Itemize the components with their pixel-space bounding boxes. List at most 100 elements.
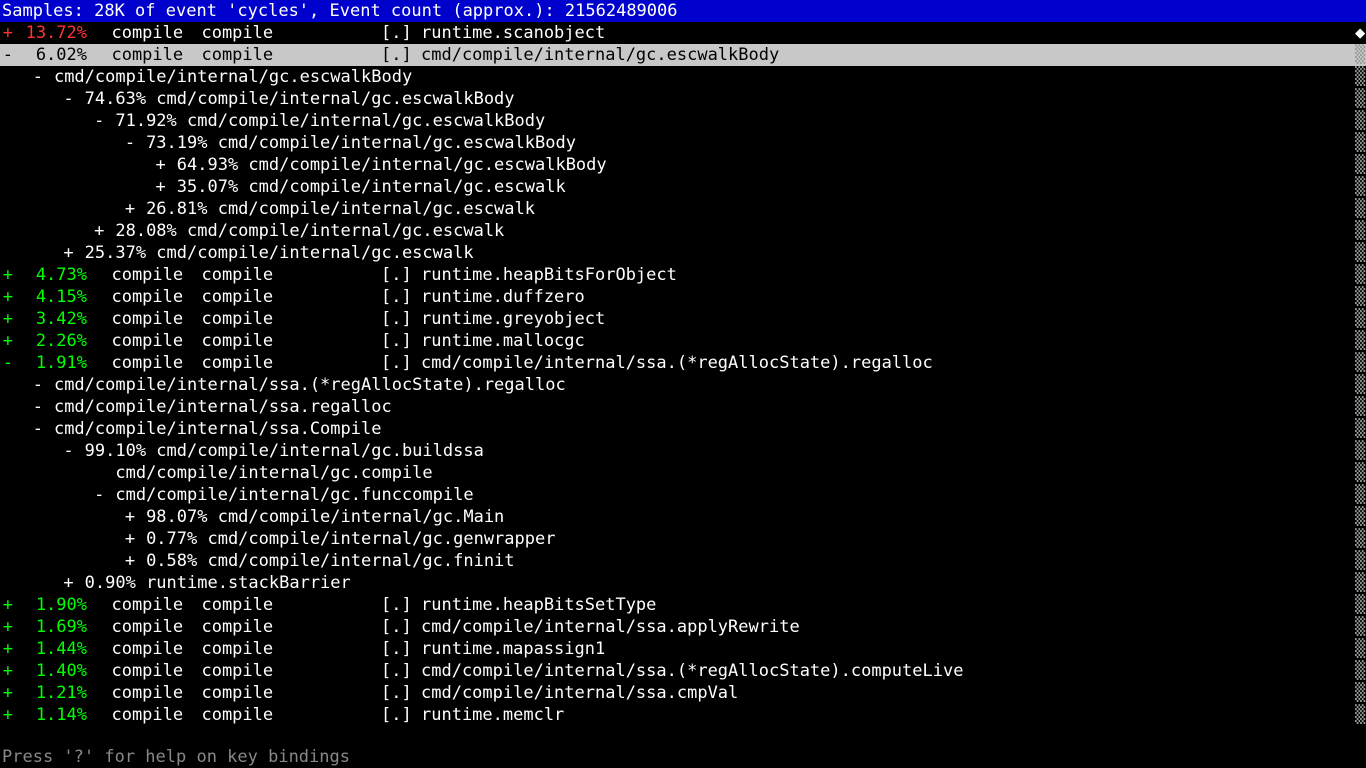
expand-toggle-icon[interactable]: + [156,154,167,176]
profile-entry[interactable]: +1.14% compile compile[.] runtime.memclr… [0,704,1366,726]
profile-entry[interactable]: +3.42% compile compile[.] runtime.greyob… [0,308,1366,330]
expand-toggle-icon[interactable]: + [156,176,167,198]
scrollbar-track-icon[interactable]: ▒ [1355,286,1365,308]
profile-entry[interactable]: +2.26% compile compile[.] runtime.malloc… [0,330,1366,352]
callchain-node[interactable]: + 64.93% cmd/compile/internal/gc.escwalk… [0,154,1366,176]
overhead-percent: 1.91% [13,352,91,374]
profile-entry[interactable]: +1.90% compile compile[.] runtime.heapBi… [0,594,1366,616]
scrollbar-track-icon[interactable]: ▒ [1355,704,1365,726]
scrollbar-track-icon[interactable]: ▒ [1355,352,1365,374]
expand-toggle-icon[interactable]: - [94,110,105,132]
scrollbar-track-icon[interactable]: ▒ [1355,528,1365,550]
expand-toggle-icon[interactable]: + [2,308,13,330]
expand-toggle-icon[interactable]: - [33,418,44,440]
expand-toggle-icon[interactable]: + [2,594,13,616]
expand-toggle-icon[interactable]: - [33,396,44,418]
scrollbar-track-icon[interactable]: ▒ [1355,660,1365,682]
profile-entry[interactable]: +4.15% compile compile[.] runtime.duffze… [0,286,1366,308]
scrollbar-track-icon[interactable]: ▒ [1355,616,1365,638]
profile-entry[interactable]: +1.21% compile compile[.] cmd/compile/in… [0,682,1366,704]
callchain-node[interactable]: - cmd/compile/internal/ssa.(*regAllocSta… [0,374,1366,396]
scrollbar-track-icon[interactable]: ▒ [1355,484,1365,506]
profile-entry[interactable]: +1.44% compile compile[.] runtime.mapass… [0,638,1366,660]
expand-toggle-icon[interactable]: + [2,638,13,660]
callchain-node[interactable]: - cmd/compile/internal/ssa.Compile▒ [0,418,1366,440]
scrollbar-track-icon[interactable]: ▒ [1355,220,1365,242]
scrollbar-track-icon[interactable]: ▒ [1355,374,1365,396]
callchain-node[interactable]: + 0.77% cmd/compile/internal/gc.genwrapp… [0,528,1366,550]
scrollbar-track-icon[interactable]: ▒ [1355,572,1365,594]
expand-toggle-icon[interactable]: + [125,506,136,528]
expand-toggle-icon[interactable]: + [2,264,13,286]
scrollbar-track-icon[interactable]: ▒ [1355,308,1365,330]
callchain-node[interactable]: + 98.07% cmd/compile/internal/gc.Main▒ [0,506,1366,528]
expand-toggle-icon[interactable]: + [125,528,136,550]
expand-toggle-icon[interactable]: - [63,88,74,110]
expand-toggle-icon[interactable] [94,462,105,484]
callchain-node[interactable]: - 99.10% cmd/compile/internal/gc.buildss… [0,440,1366,462]
callchain-node[interactable]: - 73.19% cmd/compile/internal/gc.escwalk… [0,132,1366,154]
callchain-node[interactable]: - cmd/compile/internal/gc.funccompile▒ [0,484,1366,506]
callchain-node[interactable]: + 0.58% cmd/compile/internal/gc.fninit▒ [0,550,1366,572]
profile-entry[interactable]: +1.40% compile compile[.] cmd/compile/in… [0,660,1366,682]
scrollbar-track-icon[interactable]: ▒ [1355,176,1365,198]
profile-entry[interactable]: +1.69% compile compile[.] cmd/compile/in… [0,616,1366,638]
expand-toggle-icon[interactable]: - [94,484,105,506]
callchain-node[interactable]: + 35.07% cmd/compile/internal/gc.escwalk… [0,176,1366,198]
callchain-node[interactable]: cmd/compile/internal/gc.compile▒ [0,462,1366,484]
profile-rows[interactable]: +13.72% compile compile[.] runtime.scano… [0,22,1366,726]
expand-toggle-icon[interactable]: + [125,198,136,220]
scrollbar-track-icon[interactable]: ▒ [1355,396,1365,418]
expand-toggle-icon[interactable]: + [2,22,13,44]
scrollbar-thumb-icon[interactable]: ◆ [1355,22,1365,44]
callchain-node[interactable]: - 74.63% cmd/compile/internal/gc.escwalk… [0,88,1366,110]
expand-toggle-icon[interactable]: + [2,616,13,638]
scrollbar-track-icon[interactable]: ▒ [1355,638,1365,660]
callchain-node[interactable]: + 0.90% runtime.stackBarrier▒ [0,572,1366,594]
scrollbar-track-icon[interactable]: ▒ [1355,242,1365,264]
callchain-node[interactable]: + 28.08% cmd/compile/internal/gc.escwalk… [0,220,1366,242]
callchain-node[interactable]: + 26.81% cmd/compile/internal/gc.escwalk… [0,198,1366,220]
command-col: compile [91,638,181,660]
profile-entry[interactable]: +13.72% compile compile[.] runtime.scano… [0,22,1366,44]
scrollbar-track-icon[interactable]: ▒ [1355,506,1365,528]
scrollbar-track-icon[interactable]: ▒ [1355,330,1365,352]
scrollbar-track-icon[interactable]: ▒ [1355,264,1365,286]
scrollbar-track-icon[interactable]: ▒ [1355,132,1365,154]
expand-toggle-icon[interactable]: + [2,330,13,352]
scrollbar-track-icon[interactable]: ▒ [1355,550,1365,572]
scrollbar-track-icon[interactable]: ▒ [1355,44,1365,66]
expand-toggle-icon[interactable]: - [2,352,13,374]
callchain-node[interactable]: - 71.92% cmd/compile/internal/gc.escwalk… [0,110,1366,132]
profile-entry[interactable]: -6.02% compile compile[.] cmd/compile/in… [0,44,1366,66]
expand-toggle-icon[interactable]: + [63,572,74,594]
callchain-node[interactable]: + 25.37% cmd/compile/internal/gc.escwalk… [0,242,1366,264]
callchain-node[interactable]: - cmd/compile/internal/ssa.regalloc▒ [0,396,1366,418]
scrollbar-track-icon[interactable]: ▒ [1355,154,1365,176]
expand-toggle-icon[interactable]: - [63,440,74,462]
expand-toggle-icon[interactable]: + [94,220,105,242]
expand-toggle-icon[interactable]: - [33,66,44,88]
scrollbar-track-icon[interactable]: ▒ [1355,198,1365,220]
expand-toggle-icon[interactable]: + [2,660,13,682]
scrollbar-track-icon[interactable]: ▒ [1355,462,1365,484]
expand-toggle-icon[interactable]: - [125,132,136,154]
scrollbar-track-icon[interactable]: ▒ [1355,110,1365,132]
expand-toggle-icon[interactable]: + [63,242,74,264]
scrollbar-track-icon[interactable]: ▒ [1355,418,1365,440]
callchain-node[interactable]: - cmd/compile/internal/gc.escwalkBody▒ [0,66,1366,88]
expand-toggle-icon[interactable]: + [2,682,13,704]
expand-toggle-icon[interactable]: - [2,44,13,66]
scrollbar-track-icon[interactable]: ▒ [1355,88,1365,110]
expand-toggle-icon[interactable]: + [125,550,136,572]
header-text: Samples: 28K of event 'cycles', Event co… [2,1,678,21]
expand-toggle-icon[interactable]: - [33,374,44,396]
scrollbar-track-icon[interactable]: ▒ [1355,440,1365,462]
expand-toggle-icon[interactable]: + [2,286,13,308]
scrollbar-track-icon[interactable]: ▒ [1355,594,1365,616]
profile-entry[interactable]: -1.91% compile compile[.] cmd/compile/in… [0,352,1366,374]
scrollbar-track-icon[interactable]: ▒ [1355,66,1365,88]
scrollbar-track-icon[interactable]: ▒ [1355,682,1365,704]
profile-entry[interactable]: +4.73% compile compile[.] runtime.heapBi… [0,264,1366,286]
expand-toggle-icon[interactable]: + [2,704,13,726]
